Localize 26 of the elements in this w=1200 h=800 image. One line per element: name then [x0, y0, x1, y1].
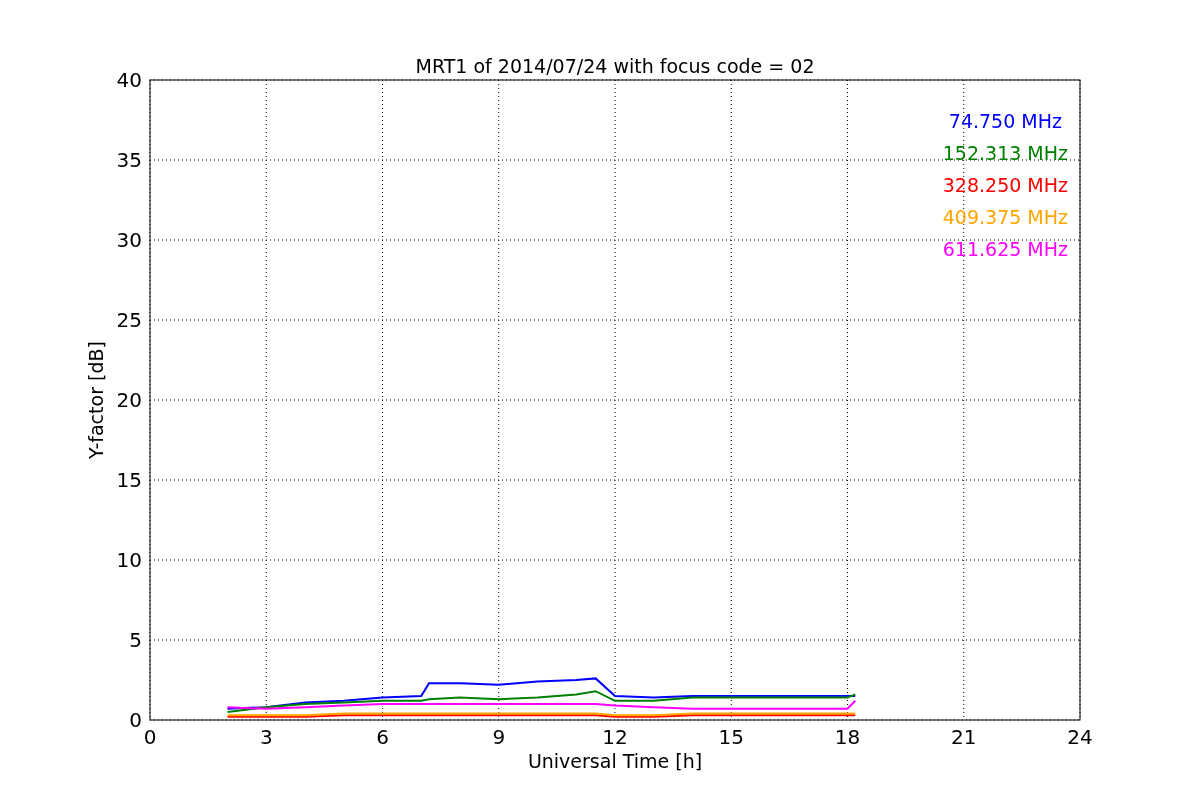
x-tick-label: 0: [143, 725, 157, 749]
y-tick-label: 30: [116, 228, 142, 252]
x-tick-label: 6: [376, 725, 389, 749]
legend-label: 409.375 MHz: [942, 206, 1068, 228]
y-axis-label: Y-factor [dB]: [85, 341, 107, 459]
x-tick-label: 9: [492, 725, 506, 749]
y-tick-label: 15: [116, 468, 142, 492]
legend-label: 328.250 MHz: [942, 174, 1068, 196]
x-axis-label: Universal Time [h]: [527, 750, 703, 772]
y-tick-label: 10: [116, 548, 142, 572]
legend-label: 152.313 MHz: [942, 142, 1068, 164]
x-tick-label: 3: [259, 725, 273, 749]
x-tick-label: 12: [602, 725, 628, 749]
legend-label: 611.625 MHz: [942, 238, 1068, 260]
y-tick-label: 25: [116, 308, 142, 332]
y-tick-label: 35: [116, 148, 142, 172]
y-tick-label: 5: [129, 628, 142, 652]
y-tick-label: 40: [116, 68, 142, 92]
x-tick-label: 24: [1067, 725, 1093, 749]
x-tick-label: 21: [951, 725, 977, 749]
legend-label: 74.750 MHz: [948, 110, 1062, 132]
chart-title: MRT1 of 2014/07/24 with focus code = 02: [415, 55, 815, 77]
y-tick-label: 0: [129, 708, 142, 732]
x-tick-label: 18: [834, 725, 861, 749]
x-tick-label: 15: [718, 725, 744, 749]
y-tick-label: 20: [116, 388, 142, 412]
